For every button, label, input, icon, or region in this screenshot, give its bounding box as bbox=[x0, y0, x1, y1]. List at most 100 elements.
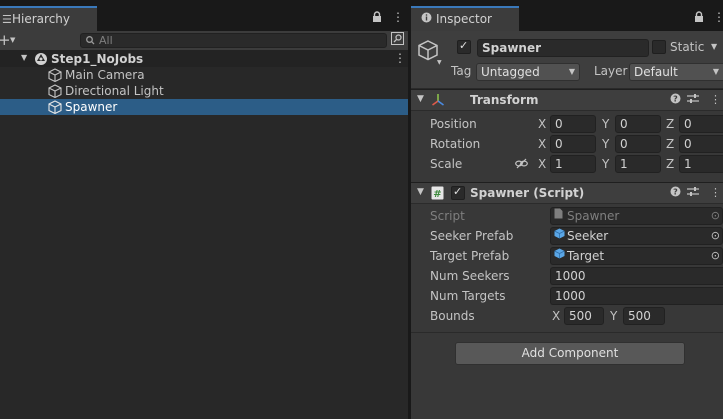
layer-label: Layer bbox=[594, 64, 628, 78]
axis-y-label: Y bbox=[602, 117, 610, 131]
lock-icon[interactable] bbox=[694, 11, 704, 25]
num-seekers-field[interactable]: 1000 bbox=[550, 267, 723, 285]
gameobject-icon[interactable] bbox=[417, 39, 439, 64]
static-checkbox[interactable] bbox=[652, 40, 666, 54]
search-icon bbox=[85, 34, 96, 48]
position-z-field[interactable]: 0 bbox=[679, 115, 723, 133]
scale-z-field[interactable]: 1 bbox=[679, 155, 723, 173]
rotation-y-field[interactable]: 0 bbox=[615, 135, 661, 153]
inspector-tab-bar: Inspector ⋮ bbox=[411, 0, 723, 31]
hierarchy-item-label: Main Camera bbox=[65, 68, 145, 82]
scene-row[interactable]: ▼ Step1_NoJobs ⋮ bbox=[0, 51, 408, 67]
transform-header[interactable]: ▼ Transform ? ⋮ bbox=[411, 89, 723, 111]
num-targets-label: Num Targets bbox=[430, 289, 506, 303]
list-icon: ☰ bbox=[2, 13, 12, 26]
script-component-header[interactable]: ▼ # Spawner (Script) ? ⋮ bbox=[411, 182, 723, 204]
tag-value: Untagged bbox=[481, 65, 540, 79]
axis-z-label: Z bbox=[666, 117, 675, 131]
position-y-field[interactable]: 0 bbox=[615, 115, 661, 133]
presets-icon[interactable] bbox=[687, 93, 699, 107]
rotation-x-field[interactable]: 0 bbox=[550, 135, 596, 153]
hierarchy-toolbar: + ▼ bbox=[0, 31, 408, 51]
hierarchy-item[interactable]: Main Camera bbox=[0, 67, 408, 83]
rotation-z-field[interactable]: 0 bbox=[679, 135, 723, 153]
transform-icon bbox=[431, 93, 445, 110]
object-name-field[interactable]: Spawner bbox=[477, 39, 649, 57]
static-dropdown-caret-icon[interactable]: ▼ bbox=[711, 42, 717, 51]
chevron-down-icon: ▼ bbox=[712, 67, 719, 76]
script-file-icon bbox=[554, 208, 563, 225]
add-icon[interactable]: + bbox=[0, 31, 11, 49]
svg-text:?: ? bbox=[673, 95, 678, 104]
scene-menu-icon[interactable]: ⋮ bbox=[394, 51, 406, 65]
transform-title: Transform bbox=[470, 93, 539, 107]
script-field: Spawner ⊙ bbox=[550, 207, 723, 225]
gameobject-header: ▼ Spawner Static ▼ Tag Untagged ▼ Layer … bbox=[411, 31, 723, 89]
hierarchy-item-label: Directional Light bbox=[65, 84, 164, 98]
script-value: Spawner bbox=[567, 209, 620, 223]
axis-z-label: Z bbox=[666, 137, 675, 151]
scale-label: Scale bbox=[430, 157, 463, 171]
hierarchy-item-label: Spawner bbox=[65, 100, 118, 114]
help-icon[interactable]: ? bbox=[670, 93, 681, 107]
axis-y-label: Y bbox=[610, 309, 618, 323]
position-x-field[interactable]: 0 bbox=[550, 115, 596, 133]
chevron-down-icon[interactable]: ▼ bbox=[437, 59, 442, 66]
component-menu-icon[interactable]: ⋮ bbox=[710, 186, 721, 199]
inspector-tab-label: Inspector bbox=[436, 12, 492, 26]
scale-y-field[interactable]: 1 bbox=[615, 155, 661, 173]
expand-arrow-icon[interactable]: ▼ bbox=[21, 53, 27, 62]
svg-text:#: # bbox=[433, 189, 441, 200]
active-checkbox[interactable] bbox=[457, 39, 471, 54]
component-menu-icon[interactable]: ⋮ bbox=[710, 93, 721, 106]
info-icon bbox=[421, 12, 432, 26]
foldout-arrow-icon[interactable]: ▼ bbox=[417, 94, 424, 104]
scale-x-field[interactable]: 1 bbox=[550, 155, 596, 173]
axis-x-label: X bbox=[538, 117, 547, 131]
constrain-proportions-icon[interactable] bbox=[515, 158, 528, 172]
presets-icon[interactable] bbox=[687, 186, 699, 200]
svg-text:?: ? bbox=[673, 188, 678, 197]
axis-x-label: X bbox=[552, 309, 561, 323]
num-targets-field[interactable]: 1000 bbox=[550, 287, 723, 305]
object-picker-icon: ⊙ bbox=[710, 209, 720, 222]
help-icon[interactable]: ? bbox=[670, 186, 681, 200]
seeker-prefab-field[interactable]: Seeker ⊙ bbox=[550, 227, 723, 245]
search-box[interactable] bbox=[80, 33, 387, 48]
target-prefab-field[interactable]: Target ⊙ bbox=[550, 247, 723, 265]
axis-y-label: Y bbox=[602, 157, 610, 171]
axis-x-label: X bbox=[538, 137, 547, 151]
search-input[interactable] bbox=[99, 34, 379, 47]
bounds-x-field[interactable]: 500 bbox=[564, 307, 604, 325]
inspector-tab[interactable]: Inspector bbox=[411, 6, 519, 31]
layer-dropdown[interactable]: Default ▼ bbox=[629, 63, 723, 81]
layer-value: Default bbox=[634, 65, 678, 79]
tag-dropdown[interactable]: Untagged ▼ bbox=[476, 63, 580, 81]
lock-icon[interactable] bbox=[372, 11, 382, 25]
target-prefab-label: Target Prefab bbox=[430, 249, 510, 263]
static-label: Static bbox=[670, 40, 705, 54]
script-component-title: Spawner (Script) bbox=[470, 186, 585, 200]
search-filter-icon[interactable] bbox=[389, 32, 405, 48]
axis-x-label: X bbox=[538, 157, 547, 171]
bounds-y-field[interactable]: 500 bbox=[623, 307, 665, 325]
axis-z-label: Z bbox=[666, 157, 675, 171]
bounds-label: Bounds bbox=[430, 309, 475, 323]
more-menu-icon[interactable]: ⋮ bbox=[713, 10, 723, 24]
tag-label: Tag bbox=[451, 64, 472, 78]
hierarchy-panel: ☰ Hierarchy ⋮ + ▼ ▼ Step1_NoJobs ⋮ bbox=[0, 0, 408, 419]
hierarchy-item[interactable]: Directional Light bbox=[0, 83, 408, 99]
hierarchy-tab[interactable]: ☰ Hierarchy bbox=[0, 6, 97, 31]
hierarchy-tab-bar: ☰ Hierarchy ⋮ bbox=[0, 0, 408, 31]
object-picker-icon[interactable]: ⊙ bbox=[711, 228, 720, 244]
inspector-panel: Inspector ⋮ ▼ Spawner Static ▼ Tag Untag… bbox=[411, 0, 723, 419]
hierarchy-item-selected[interactable]: Spawner bbox=[0, 99, 408, 115]
component-enabled-checkbox[interactable] bbox=[451, 185, 465, 200]
transform-body: Position X 0 Y 0 Z 0 Rotation X 0 Y 0 Z … bbox=[411, 114, 723, 174]
chevron-down-icon[interactable]: ▼ bbox=[10, 36, 15, 44]
foldout-arrow-icon[interactable]: ▼ bbox=[417, 187, 424, 197]
more-menu-icon[interactable]: ⋮ bbox=[392, 10, 404, 24]
script-label: Script bbox=[430, 209, 465, 223]
object-picker-icon[interactable]: ⊙ bbox=[711, 248, 720, 264]
add-component-button[interactable]: Add Component bbox=[455, 342, 685, 365]
